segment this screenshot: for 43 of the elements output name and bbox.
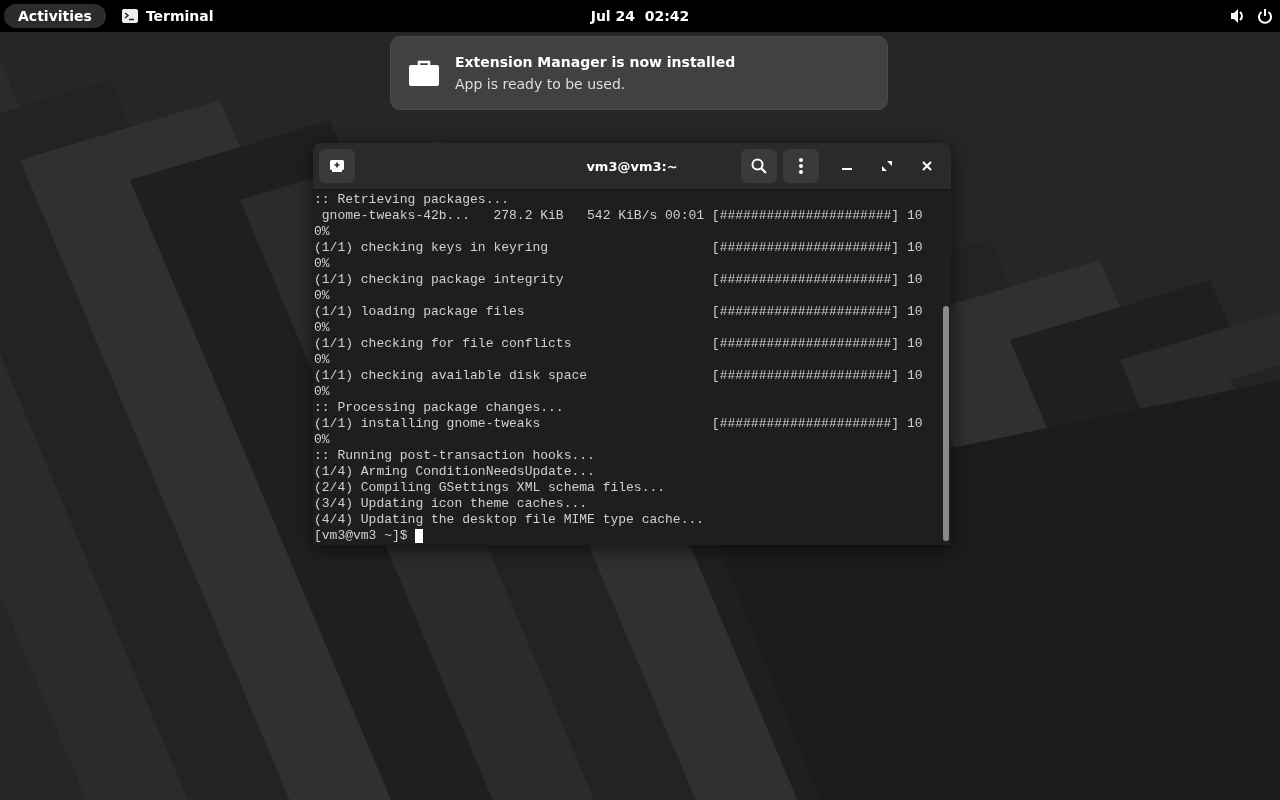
text-cursor (415, 529, 424, 543)
terminal-line: (4/4) Updating the desktop file MIME type cache... (314, 512, 706, 528)
terminal-line: :: Retrieving packages... (314, 192, 511, 208)
briefcase-icon (409, 60, 439, 86)
terminal-line: (1/4) Arming ConditionNeedsUpdate... (314, 464, 596, 480)
terminal-line: :: Processing package changes... (314, 400, 565, 416)
search-icon (751, 158, 767, 174)
close-icon (922, 161, 932, 171)
notification-title: Extension Manager is now installed (455, 54, 736, 70)
terminal-line: (1/1) checking package integrity [######################] 10 (314, 272, 924, 288)
terminal-line: gnome-tweaks-42b... 278.2 KiB 542 KiB/s 00:01 [######################] 10 (320, 208, 924, 224)
terminal-line: (1/1) installing gnome-tweaks [######################] 10 (314, 416, 924, 432)
terminal-line: (1/1) checking for file conflicts [######################] 10 (314, 336, 924, 352)
activities-button[interactable]: Activities (4, 4, 106, 28)
window-title: vm3@vm3:~ (586, 158, 678, 174)
terminal-line: 0% (314, 432, 331, 448)
new-tab-button[interactable] (319, 149, 355, 183)
terminal-line: 0% (314, 224, 331, 240)
terminal-line: (3/4) Updating icon theme caches... (314, 496, 589, 512)
terminal-line: (1/1) loading package files [######################] 10 (314, 304, 924, 320)
terminal-line: 0% (314, 384, 331, 400)
notification-card[interactable]: Extension Manager is now installed App is ready to be used. (390, 36, 888, 110)
terminal-line: 0% (314, 320, 331, 336)
new-tab-icon (330, 160, 344, 172)
clock[interactable]: Jul 24 02:42 (590, 8, 690, 24)
terminal-line: (2/4) Compiling GSettings XML schema files... (314, 480, 667, 496)
terminal-icon (121, 9, 138, 23)
app-menu[interactable]: Terminal (109, 8, 226, 24)
scrollbar-thumb[interactable] (943, 306, 949, 541)
power-icon[interactable] (1258, 8, 1272, 24)
menu-button[interactable] (783, 149, 819, 183)
maximize-icon (882, 161, 892, 171)
terminal-line: 0% (314, 352, 331, 368)
terminal-line: 0% (314, 256, 331, 272)
terminal-line: :: Running post-transaction hooks... (314, 448, 596, 464)
speaker-icon[interactable] (1230, 8, 1246, 24)
terminal-line: 0% (314, 288, 331, 304)
search-button[interactable] (741, 149, 777, 183)
menu-icon (799, 158, 803, 174)
shell-prompt: [vm3@vm3 ~]$ (314, 528, 409, 544)
terminal-line: (1/1) checking keys in keyring [######################] 10 (314, 240, 924, 256)
notification-body: App is ready to be used. (455, 76, 627, 92)
terminal-line: (1/1) checking available disk space [######################] 10 (314, 368, 924, 384)
